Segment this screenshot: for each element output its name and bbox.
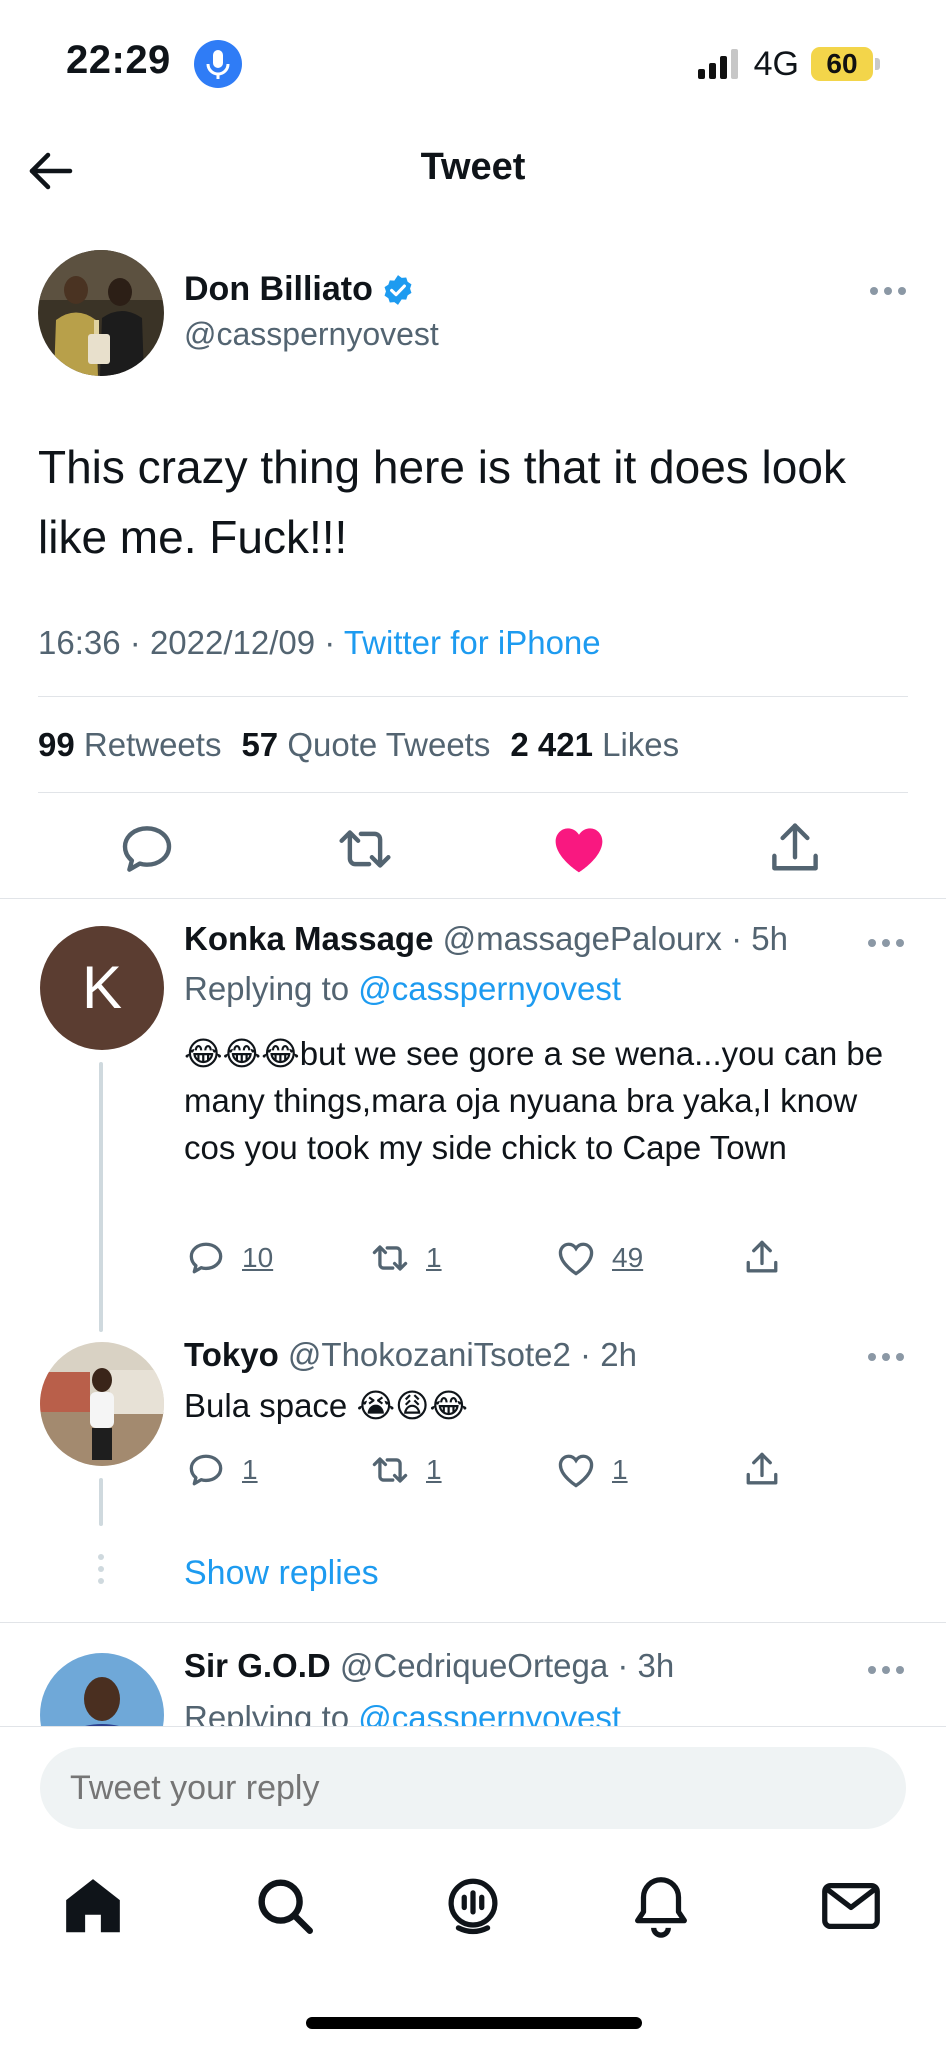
home-indicator <box>306 2017 642 2029</box>
tweet-meta: 16:36 · 2022/12/09 · Twitter for iPhone <box>38 624 601 661</box>
share-icon <box>746 1452 778 1485</box>
retweets-stat[interactable]: 99 Retweets <box>38 726 221 764</box>
like-count: 1 <box>612 1454 628 1485</box>
thread-line <box>99 1478 103 1526</box>
reply-author-handle[interactable]: @CedriqueOrtega <box>340 1647 608 1684</box>
reply-time: 5h <box>751 920 788 957</box>
reply-share-button[interactable] <box>740 1448 784 1492</box>
retweet-icon[interactable] <box>332 816 398 882</box>
reply-author-name[interactable]: Tokyo <box>184 1336 279 1373</box>
reply-avatar[interactable]: K <box>40 926 164 1050</box>
reply-text: Bula space 😭😩😂 <box>184 1387 468 1424</box>
tweet-time: 16:36 <box>38 624 121 661</box>
reply-reply-button[interactable]: 10 <box>184 1236 273 1280</box>
reply-retweet-button[interactable]: 1 <box>368 1236 442 1280</box>
like-icon[interactable] <box>546 816 612 882</box>
header: Tweet <box>0 120 946 220</box>
likes-stat[interactable]: 2 421 Likes <box>510 726 679 764</box>
notifications-icon[interactable] <box>626 1871 696 1941</box>
spaces-icon[interactable] <box>438 1871 508 1941</box>
divider <box>38 696 908 697</box>
replying-to-link[interactable]: @casspernyovest <box>358 970 621 1007</box>
author-handle[interactable]: @cassperny​ovest <box>184 316 439 353</box>
retweet-count: 1 <box>426 1242 442 1273</box>
thread-line <box>99 1062 103 1332</box>
reply-avatar[interactable] <box>40 1653 164 1726</box>
reply-author-name[interactable]: Konka Massage <box>184 920 433 957</box>
author-name[interactable]: Don Billiato <box>184 270 415 309</box>
reply-text: 😂😂😂but we see gore a se wena...you can b… <box>184 1035 884 1166</box>
tweet-source-link[interactable]: Twitter for iPhone <box>344 624 601 661</box>
reply-reply-button[interactable]: 1 <box>184 1448 258 1492</box>
quote-tweets-stat[interactable]: 57 Quote Tweets <box>241 726 490 764</box>
tweet-date: 2022/12/09 <box>149 624 316 661</box>
more-icon[interactable] <box>866 1350 906 1364</box>
author-avatar[interactable] <box>38 250 164 376</box>
reply-action-bar: 1 1 1 <box>184 1448 804 1492</box>
reply-retweet-button[interactable]: 1 <box>368 1448 442 1492</box>
replying-to: Replying to @casspernyovest <box>184 970 622 1007</box>
retweet-icon <box>372 1457 408 1483</box>
reply-count: 1 <box>242 1454 258 1485</box>
reply-emoji: 😂😂😂 <box>184 1035 300 1072</box>
battery-level: 60 <box>811 47 873 81</box>
tweet-text: This crazy thing here is that it does lo… <box>38 441 846 563</box>
reply-icon <box>189 1454 223 1486</box>
page-title: Tweet <box>420 146 526 188</box>
messages-icon[interactable] <box>816 1871 886 1941</box>
share-icon[interactable] <box>762 816 828 882</box>
verified-icon <box>384 274 412 305</box>
more-icon[interactable] <box>868 284 908 298</box>
home-icon[interactable] <box>58 1871 128 1941</box>
more-icon[interactable] <box>866 1663 906 1677</box>
reply-author-name[interactable]: Sir G.O.D <box>184 1647 331 1684</box>
reply-time: 2h <box>600 1336 637 1373</box>
like-count: 49 <box>612 1242 644 1273</box>
status-time: 22:29 <box>66 38 171 82</box>
reply-icon[interactable] <box>114 816 180 882</box>
divider <box>0 898 946 899</box>
more-icon[interactable] <box>866 936 906 950</box>
reply-header: Konka Massage @massagePalourx · 5h <box>184 920 788 957</box>
like-icon <box>558 1242 594 1276</box>
show-replies-link[interactable]: Show replies <box>184 1554 379 1593</box>
reply-share-button[interactable] <box>740 1236 784 1280</box>
reply-item: Sir G.O.D @CedriqueOrtega · 3h Replying … <box>0 1623 946 1726</box>
reply-header: Sir G.O.D @CedriqueOrtega · 3h <box>184 1647 675 1684</box>
reply-time: 3h <box>637 1647 675 1684</box>
author-name-text: Don Billiato <box>184 270 373 308</box>
search-icon[interactable] <box>250 1871 320 1941</box>
replying-to: Replying to @casspernyovest <box>184 1699 621 1726</box>
share-icon <box>746 1240 778 1273</box>
reply-avatar[interactable] <box>40 1342 164 1466</box>
tab-bar <box>0 1871 946 1961</box>
network-type: 4G <box>753 44 799 83</box>
status-bar: 22:29 4G 60 <box>0 0 946 120</box>
replying-to-link[interactable]: @casspernyovest <box>358 1699 621 1726</box>
reply-author-handle[interactable]: @massagePalourx <box>443 920 722 957</box>
reply-input[interactable] <box>40 1747 906 1829</box>
reply-emoji: 😭😩😂 <box>356 1387 468 1424</box>
microphone-indicator-icon <box>194 40 242 88</box>
signal-icon <box>697 49 738 79</box>
reply-like-button[interactable]: 1 <box>554 1448 628 1492</box>
reply-like-button[interactable]: 49 <box>554 1236 643 1280</box>
reply-header: Tokyo @ThokozaniTsote2 · 2h <box>184 1336 637 1373</box>
tweet-stats: 99 Retweets 57 Quote Tweets 2 421 Likes <box>38 726 679 764</box>
bottom-panel <box>0 1726 946 2048</box>
battery-icon: 60 <box>811 47 880 81</box>
retweet-icon <box>372 1245 408 1271</box>
tweet-action-bar <box>0 816 946 882</box>
reply-icon <box>189 1242 223 1274</box>
thread-dots <box>96 1554 106 1590</box>
divider <box>38 792 908 793</box>
like-icon <box>558 1454 594 1488</box>
reply-author-handle[interactable]: @ThokozaniTsote2 <box>288 1336 571 1373</box>
reply-action-bar: 10 1 49 <box>184 1236 804 1280</box>
status-right: 4G 60 <box>697 44 880 84</box>
reply-count: 10 <box>242 1242 274 1273</box>
retweet-count: 1 <box>426 1454 442 1485</box>
